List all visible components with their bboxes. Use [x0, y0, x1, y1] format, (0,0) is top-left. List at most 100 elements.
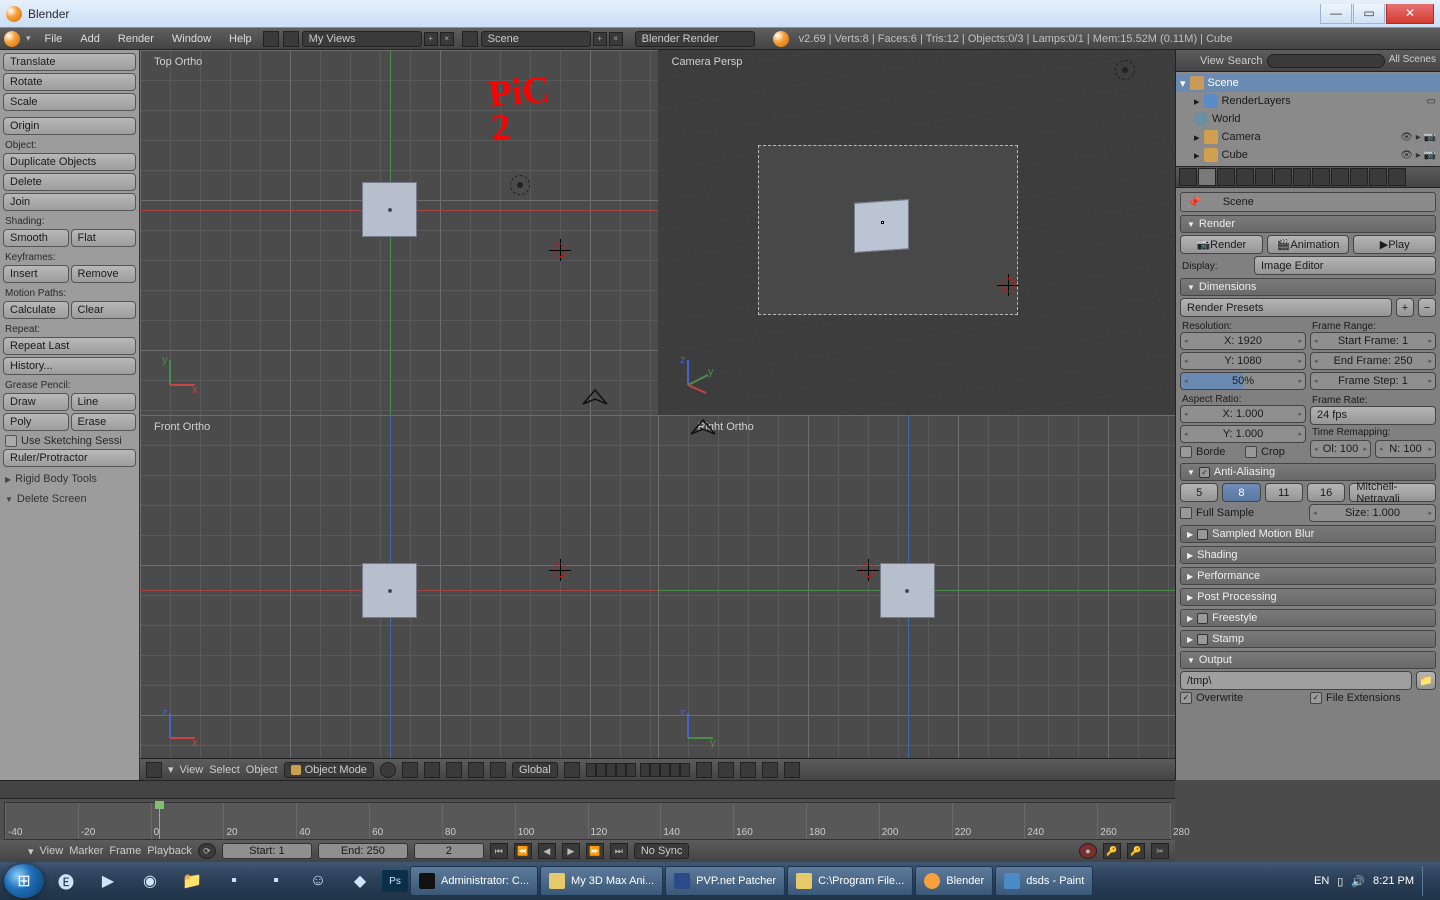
vp-menu-view[interactable]: View: [180, 764, 204, 776]
tab-object[interactable]: [1255, 168, 1273, 186]
overwrite-checkbox[interactable]: Overwrite: [1180, 692, 1306, 704]
play-forward-icon[interactable]: ▶: [562, 843, 580, 859]
folder-icon[interactable]: 📁: [1416, 671, 1436, 690]
lamp-icon[interactable]: [510, 175, 530, 195]
scene-browse-icon[interactable]: [462, 31, 478, 47]
tl-frame[interactable]: Frame: [109, 845, 141, 857]
panel-stamp[interactable]: ▶Stamp: [1180, 630, 1436, 648]
gp-line-button[interactable]: Line: [71, 393, 137, 411]
framestep-field[interactable]: Frame Step: 1: [1310, 372, 1436, 390]
tab-render[interactable]: [1179, 168, 1197, 186]
scale-button[interactable]: Scale: [3, 93, 136, 111]
vp-menu-select[interactable]: Select: [209, 764, 240, 776]
snap-type-icon[interactable]: [740, 762, 756, 778]
keying-set-icon[interactable]: 🔑: [1103, 843, 1121, 859]
menu-help[interactable]: Help: [221, 31, 260, 47]
remove-key-button[interactable]: Remove: [71, 265, 137, 283]
preset-add-button[interactable]: +: [1396, 298, 1414, 317]
task-3dmax[interactable]: My 3D Max Ani...: [540, 866, 663, 896]
cube-front[interactable]: [362, 563, 417, 618]
tab-data[interactable]: [1312, 168, 1330, 186]
viewport-area[interactable]: Top Ortho yx PiC 2 Camera Persp zy: [140, 50, 1175, 780]
chevron-down-icon[interactable]: ▾: [22, 33, 35, 44]
tray-volume-icon[interactable]: 🔊: [1351, 875, 1365, 888]
autokey-icon[interactable]: ●: [1079, 843, 1097, 859]
tab-physics[interactable]: [1388, 168, 1406, 186]
delete-button[interactable]: Delete: [3, 173, 136, 191]
panel-shading[interactable]: ▶Shading: [1180, 546, 1436, 564]
duplicate-button[interactable]: Duplicate Objects: [3, 153, 136, 171]
aa-11-button[interactable]: 11: [1265, 483, 1303, 502]
screen-layout-select[interactable]: My Views: [302, 31, 422, 47]
play-reverse-icon[interactable]: ◀: [538, 843, 556, 859]
timeline-type-icon[interactable]: [6, 843, 22, 859]
cube-top[interactable]: [362, 182, 417, 237]
maximize-button[interactable]: ▭: [1353, 4, 1385, 24]
aa-enable-checkbox[interactable]: [1199, 467, 1210, 478]
widget-trans-icon[interactable]: [446, 762, 462, 778]
keyframe-next-icon[interactable]: ⏩: [586, 843, 604, 859]
tray-clock[interactable]: 8:21 PM: [1373, 875, 1414, 887]
snap-icon[interactable]: [718, 762, 734, 778]
manipulator-icon[interactable]: [424, 762, 440, 778]
layer-buttons[interactable]: [586, 763, 690, 777]
aa-size-field[interactable]: Size: 1.000: [1309, 504, 1436, 522]
outliner-search-input[interactable]: [1267, 54, 1385, 68]
pin-chrome-icon[interactable]: ◉: [130, 866, 170, 896]
menu-render[interactable]: Render: [110, 31, 162, 47]
render-presets-select[interactable]: Render Presets: [1180, 298, 1392, 317]
pin-face-icon[interactable]: ☺: [298, 866, 338, 896]
viewport-camera[interactable]: Camera Persp zy: [658, 50, 1176, 415]
add-layout-button[interactable]: +: [424, 32, 438, 46]
translate-button[interactable]: Translate: [3, 53, 136, 71]
preset-remove-button[interactable]: −: [1418, 298, 1436, 317]
gp-poly-button[interactable]: Poly: [3, 413, 69, 431]
tab-material[interactable]: [1331, 168, 1349, 186]
key-delete-icon[interactable]: ✂: [1151, 843, 1169, 859]
tl-refresh-icon[interactable]: ⟳: [198, 843, 216, 859]
smb-checkbox[interactable]: [1197, 529, 1208, 540]
task-progfiles[interactable]: C:\Program File...: [787, 866, 913, 896]
minimize-button[interactable]: —: [1320, 4, 1352, 24]
tab-modifiers[interactable]: [1293, 168, 1311, 186]
render-button[interactable]: 📷 Render: [1180, 235, 1263, 254]
system-tray[interactable]: EN ▯ 🔊 8:21 PM: [1314, 866, 1436, 896]
full-sample-checkbox[interactable]: Full Sample: [1180, 507, 1305, 519]
panel-render[interactable]: ▼Render: [1180, 215, 1436, 233]
outliner-tree[interactable]: ▾Scene ▸RenderLayers▭ World ▸Camera👁 ▸ 📷…: [1176, 72, 1440, 166]
jump-end-icon[interactable]: ⏭: [610, 843, 628, 859]
gp-erase-button[interactable]: Erase: [71, 413, 137, 431]
render-engine-select[interactable]: Blender Render: [635, 31, 755, 47]
cube-right[interactable]: [880, 563, 935, 618]
panel-dimensions[interactable]: ▼Dimensions: [1180, 278, 1436, 296]
flat-button[interactable]: Flat: [71, 229, 137, 247]
shading-mode-icon[interactable]: [380, 762, 396, 778]
pin-fz-icon[interactable]: 📁: [172, 866, 212, 896]
timeline-ruler[interactable]: -40-200204060801001201401601802002202402…: [4, 802, 1171, 840]
aa-16-button[interactable]: 16: [1307, 483, 1345, 502]
start-button[interactable]: ⊞: [4, 864, 44, 898]
menu-file[interactable]: File: [37, 31, 71, 47]
scene-select[interactable]: Scene: [481, 31, 591, 47]
res-y-field[interactable]: Y: 1080: [1180, 352, 1306, 370]
orientation-select[interactable]: Global: [512, 762, 558, 778]
smooth-button[interactable]: Smooth: [3, 229, 69, 247]
tab-texture[interactable]: [1350, 168, 1368, 186]
keyframe-prev-icon[interactable]: ⏪: [514, 843, 532, 859]
aa-8-button[interactable]: 8: [1222, 483, 1260, 502]
pivot-icon[interactable]: [402, 762, 418, 778]
pin-icon[interactable]: 📌: [1187, 196, 1201, 209]
jump-start-icon[interactable]: ⏮: [490, 843, 508, 859]
tl-marker[interactable]: Marker: [69, 845, 103, 857]
tab-particles[interactable]: [1369, 168, 1387, 186]
tl-end-field[interactable]: End: 250: [318, 843, 408, 859]
task-admin[interactable]: Administrator: C...: [410, 866, 538, 896]
pin-max-icon[interactable]: ▪: [256, 866, 296, 896]
pin-media-icon[interactable]: ▶: [88, 866, 128, 896]
freestyle-checkbox[interactable]: [1197, 613, 1208, 624]
blender-icon[interactable]: [4, 31, 20, 47]
tab-scene[interactable]: [1217, 168, 1235, 186]
panel-output[interactable]: ▼Output: [1180, 651, 1436, 669]
tab-world[interactable]: [1236, 168, 1254, 186]
aa-filter-select[interactable]: Mitchell-Netravali: [1349, 483, 1436, 502]
